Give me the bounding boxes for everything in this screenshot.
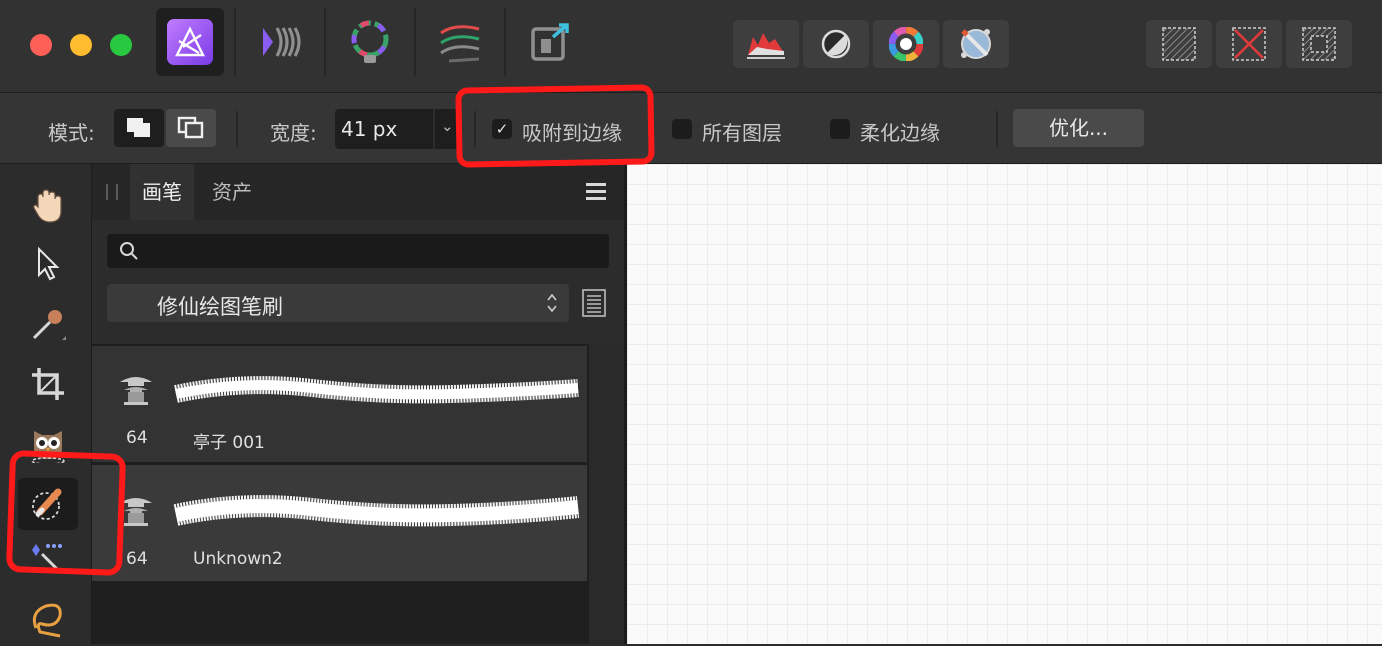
- export-persona-icon: [531, 23, 569, 61]
- develop-persona-icon: [351, 20, 389, 63]
- view-tool-button[interactable]: [18, 180, 78, 232]
- soften-edges-checkbox[interactable]: [830, 119, 850, 139]
- list-item[interactable]: 64 亭子 001: [92, 346, 587, 462]
- color-picker-icon: [32, 310, 66, 340]
- window-zoom-button[interactable]: [110, 34, 132, 56]
- tone-mapping-persona-button[interactable]: [426, 8, 494, 76]
- tools-panel: [0, 164, 92, 644]
- photo-persona-icon: [167, 19, 213, 65]
- flood-select-tool-button[interactable]: [18, 538, 78, 578]
- selection-brush-owl-button[interactable]: [18, 418, 78, 470]
- select-arrows-icon: [547, 293, 557, 313]
- adjustments-button[interactable]: [803, 20, 869, 68]
- invert-selection-icon: [1302, 27, 1336, 61]
- select-all-button[interactable]: [1146, 20, 1212, 68]
- window-minimize-button[interactable]: [70, 34, 92, 56]
- list-item[interactable]: 64 Unknown2: [92, 465, 587, 581]
- brush-stroke-preview: [173, 495, 580, 527]
- tab-assets[interactable]: 资产: [200, 164, 264, 220]
- tab-brushes[interactable]: 画笔: [130, 164, 194, 220]
- brushes-panel: 画笔 资产 修仙绘图笔刷 64 亭子 001 64 Unknown2: [92, 164, 624, 644]
- photo-persona-button[interactable]: [156, 8, 224, 76]
- crop-icon: [32, 368, 64, 400]
- snap-to-edges-label: 吸附到边缘: [522, 121, 622, 145]
- liquify-persona-button[interactable]: [246, 8, 314, 76]
- panel-menu-icon[interactable]: [584, 181, 608, 203]
- selection-brush-owl-icon: [31, 431, 65, 463]
- flood-select-icon: [32, 544, 62, 572]
- adjustments-icon: [821, 29, 851, 59]
- refine-button[interactable]: 优化...: [1013, 109, 1144, 147]
- mode-new-icon: [127, 118, 150, 137]
- brush-name: Unknown2: [193, 549, 283, 569]
- mode-add-icon: [177, 116, 204, 139]
- freehand-selection-icon: [32, 603, 62, 638]
- color-wheel-button[interactable]: [873, 20, 939, 68]
- pavilion-thumbnail-icon: [120, 498, 152, 526]
- panel-grip-icon[interactable]: [106, 184, 118, 200]
- mode-new-button[interactable]: [114, 109, 164, 147]
- chevron-down-icon[interactable]: ⌄: [441, 117, 454, 135]
- deselect-button[interactable]: [1216, 20, 1282, 68]
- soften-edges-label: 柔化边缘: [860, 121, 940, 145]
- brush-name: 亭子 001: [193, 433, 265, 453]
- pavilion-thumbnail-icon: [120, 377, 152, 405]
- view-hand-icon: [33, 189, 62, 223]
- panel-tab-bar: 画笔 资产: [92, 164, 624, 220]
- width-label: 宽度:: [270, 121, 317, 145]
- document-canvas[interactable]: [624, 164, 1382, 644]
- list-view-icon[interactable]: [581, 288, 607, 318]
- title-toolbar: [0, 0, 1382, 92]
- liquify-persona-icon: [263, 27, 301, 57]
- snap-to-edges-checkbox[interactable]: ✓: [492, 119, 512, 139]
- freehand-selection-tool-button[interactable]: [18, 594, 78, 646]
- histogram-icon: [747, 33, 785, 59]
- brush-studio-icon: [961, 29, 991, 59]
- brush-size: 64: [126, 428, 148, 448]
- select-all-icon: [1162, 27, 1196, 61]
- histogram-button[interactable]: [733, 20, 799, 68]
- checkmark-icon: ✓: [495, 120, 509, 138]
- brush-size: 64: [126, 549, 148, 569]
- brush-studio-button[interactable]: [943, 20, 1009, 68]
- all-layers-checkbox[interactable]: [672, 119, 692, 139]
- selection-brush-tool-button[interactable]: [18, 478, 78, 530]
- color-wheel-icon: [889, 27, 923, 61]
- move-tool-button[interactable]: [18, 238, 78, 290]
- crop-tool-button[interactable]: [18, 358, 78, 410]
- invert-selection-button[interactable]: [1286, 20, 1352, 68]
- search-input[interactable]: [145, 238, 589, 264]
- context-toolbar: 模式: 宽度: 41 px ⌄ ✓ 吸附到边缘 所有图层 柔化边缘 优化...: [0, 92, 1382, 164]
- mode-add-button[interactable]: [166, 109, 216, 147]
- tone-mapping-persona-icon: [440, 25, 480, 63]
- category-label: 修仙绘图笔刷: [157, 295, 283, 319]
- brush-list: 64 亭子 001 64 Unknown2: [92, 344, 589, 644]
- brush-list-scrollbar[interactable]: [589, 344, 624, 644]
- deselect-icon: [1232, 27, 1266, 61]
- search-icon: [120, 242, 138, 260]
- brush-stroke-preview: [174, 376, 579, 404]
- window-close-button[interactable]: [30, 34, 52, 56]
- width-field[interactable]: 41 px ⌄: [335, 109, 461, 149]
- mode-label: 模式:: [48, 121, 95, 145]
- selection-brush-icon: [32, 488, 62, 520]
- move-arrow-icon: [38, 246, 60, 281]
- brush-search-field[interactable]: [107, 234, 609, 268]
- all-layers-label: 所有图层: [702, 121, 782, 145]
- brush-category-select[interactable]: 修仙绘图笔刷: [107, 284, 569, 322]
- width-value: 41 px: [341, 117, 398, 141]
- color-picker-tool-button[interactable]: [18, 298, 78, 350]
- develop-persona-button[interactable]: [336, 8, 404, 76]
- export-persona-button[interactable]: [516, 8, 584, 76]
